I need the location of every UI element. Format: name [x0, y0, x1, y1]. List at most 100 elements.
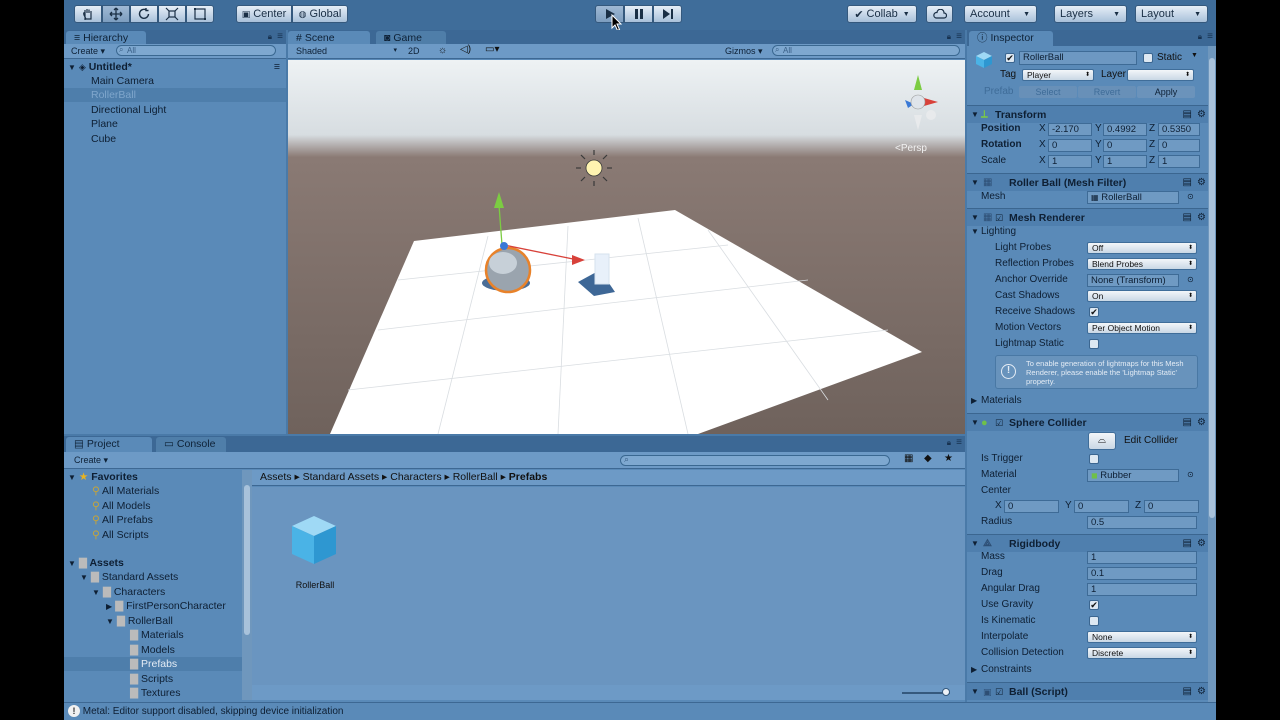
folder-item[interactable]: ▇ Models: [64, 643, 242, 657]
materials-foldout[interactable]: ▶ Materials: [967, 393, 1216, 409]
space-global-toggle[interactable]: ◍ Global: [292, 5, 348, 23]
folder-item-selected[interactable]: ▇ Prefabs: [64, 657, 242, 671]
asset-item-rollerball[interactable]: RollerBall: [280, 512, 350, 592]
position-x-field[interactable]: -2.170: [1048, 123, 1092, 136]
effects-toggle-icon[interactable]: ▭▾: [485, 44, 499, 55]
panel-menu-icon[interactable]: ≡: [277, 31, 283, 42]
drag-field[interactable]: 0.1: [1087, 567, 1197, 580]
help-book-icon[interactable]: ▤: [1183, 414, 1192, 432]
scene-menu-icon[interactable]: ≡: [274, 60, 280, 74]
anchor-override-field[interactable]: None (Transform): [1087, 274, 1179, 287]
is-kinematic-checkbox[interactable]: [1089, 616, 1099, 626]
breadcrumb-item[interactable]: Characters: [390, 471, 441, 483]
lock-icon[interactable]: 🔒︎: [268, 32, 272, 42]
panel-menu-icon[interactable]: ≡: [956, 437, 962, 448]
scale-y-field[interactable]: 1: [1103, 155, 1147, 168]
projection-persp-label[interactable]: <Persp: [895, 143, 927, 154]
pause-button[interactable]: [624, 5, 653, 23]
project-create-button[interactable]: Create ▾: [70, 454, 112, 466]
chevron-down-icon[interactable]: ▼: [1191, 52, 1198, 59]
object-picker-icon[interactable]: ⊙: [1187, 189, 1194, 205]
status-message[interactable]: Metal: Editor support disabled, skipping…: [83, 706, 344, 717]
breadcrumb-current[interactable]: Prefabs: [509, 471, 548, 483]
folder-item[interactable]: ▇ Materials: [64, 628, 242, 642]
lock-icon[interactable]: 🔒︎: [947, 438, 951, 448]
scene-root-row[interactable]: ▼ ◈ Untitled* ≡: [64, 60, 286, 74]
gizmos-dropdown[interactable]: Gizmos ▾: [721, 45, 767, 57]
lightmap-static-checkbox[interactable]: [1089, 339, 1099, 349]
folder-item[interactable]: ▇ Textures: [64, 686, 242, 700]
shading-mode-dropdown[interactable]: Shaded ▾: [292, 45, 400, 57]
gear-icon[interactable]: ⚙: [1197, 683, 1206, 701]
is-trigger-checkbox[interactable]: [1089, 454, 1099, 464]
tab-project[interactable]: ▤ Project: [66, 437, 152, 452]
hierarchy-item-selected[interactable]: RollerBall: [64, 88, 286, 102]
tab-inspector[interactable]: ⓘ Inspector: [969, 31, 1053, 46]
tab-console[interactable]: ▭ Console: [156, 437, 226, 452]
favorites-header[interactable]: ▼ ★ Favorites: [64, 470, 242, 484]
cloud-button[interactable]: [926, 5, 953, 23]
breadcrumb-item[interactable]: Assets: [260, 471, 292, 483]
position-z-field[interactable]: 0.5350: [1158, 123, 1200, 136]
prefab-select-button[interactable]: Select: [1019, 86, 1077, 98]
use-gravity-checkbox[interactable]: ✔: [1089, 600, 1099, 610]
active-checkbox[interactable]: ✔: [1005, 53, 1015, 63]
object-picker-icon[interactable]: ⊙: [1187, 272, 1194, 288]
collision-detection-dropdown[interactable]: Discrete ⬍: [1087, 647, 1197, 659]
audio-toggle-icon[interactable]: ◁): [460, 44, 471, 55]
mode-2d-toggle[interactable]: 2D: [404, 45, 424, 57]
sphere-collider-header[interactable]: ▼ ● ☑ Sphere Collider ▤ ⚙: [967, 413, 1216, 431]
ball-script-header[interactable]: ▼ ▣ ☑ Ball (Script) ▤ ⚙: [967, 682, 1216, 700]
help-book-icon[interactable]: ▤: [1183, 683, 1192, 701]
project-search-input[interactable]: [620, 455, 890, 466]
tree-scrollbar[interactable]: [242, 470, 252, 700]
light-probes-dropdown[interactable]: Off ⬍: [1087, 242, 1197, 254]
folder-item[interactable]: ▼ ▇ RollerBall: [64, 614, 242, 628]
reflection-probes-dropdown[interactable]: Blend Probes ⬍: [1087, 258, 1197, 270]
enabled-check-icon[interactable]: ☑: [995, 414, 1003, 432]
hierarchy-item[interactable]: Cube: [64, 132, 286, 146]
lock-icon[interactable]: 🔒︎: [1198, 32, 1202, 42]
prefab-revert-button[interactable]: Revert: [1078, 86, 1136, 98]
lighting-toggle-icon[interactable]: ☼: [438, 45, 447, 56]
favorite-star-icon[interactable]: ★: [944, 453, 953, 464]
hand-tool-button[interactable]: [74, 5, 102, 23]
center-y-field[interactable]: 0: [1074, 500, 1129, 513]
mass-field[interactable]: 1: [1087, 551, 1197, 564]
tag-dropdown[interactable]: Player ⬍: [1022, 69, 1094, 81]
mesh-field[interactable]: ▦ RollerBall: [1087, 191, 1179, 204]
rotation-x-field[interactable]: 0: [1048, 139, 1092, 152]
hierarchy-create-button[interactable]: Create ▾: [67, 45, 109, 57]
object-picker-icon[interactable]: ⊙: [1187, 467, 1194, 483]
object-name-field[interactable]: RollerBall: [1019, 51, 1137, 65]
scale-z-field[interactable]: 1: [1158, 155, 1200, 168]
folder-item[interactable]: ▶ ▇ FirstPersonCharacter: [64, 599, 242, 613]
scale-tool-button[interactable]: [158, 5, 186, 23]
hierarchy-item[interactable]: Main Camera: [64, 74, 286, 88]
y-arrow[interactable]: [494, 192, 504, 208]
panel-menu-icon[interactable]: ≡: [956, 31, 962, 42]
collab-dropdown[interactable]: ✔ Collab ▼: [847, 5, 917, 23]
edit-collider-button[interactable]: ⌓: [1088, 432, 1116, 450]
rotation-y-field[interactable]: 0: [1103, 139, 1147, 152]
orientation-gizmo[interactable]: [905, 75, 938, 130]
layer-dropdown[interactable]: ⬍: [1127, 69, 1194, 81]
rotate-tool-button[interactable]: [130, 5, 158, 23]
prefab-apply-button[interactable]: Apply: [1137, 86, 1195, 98]
hierarchy-item[interactable]: Plane: [64, 117, 286, 131]
scene-search-input[interactable]: All: [772, 45, 960, 56]
folder-item[interactable]: ▼ ▇ Characters: [64, 585, 242, 599]
layout-dropdown[interactable]: Layout ▼: [1135, 5, 1208, 23]
gear-icon[interactable]: ⚙: [1197, 414, 1206, 432]
z-axis-handle[interactable]: [500, 242, 508, 250]
folder-item[interactable]: ▼ ▇ Standard Assets: [64, 570, 242, 584]
motion-vectors-dropdown[interactable]: Per Object Motion ⬍: [1087, 322, 1197, 334]
step-button[interactable]: [653, 5, 682, 23]
rect-tool-button[interactable]: [186, 5, 214, 23]
static-checkbox[interactable]: [1143, 53, 1153, 63]
enabled-check-icon[interactable]: ☑: [995, 683, 1003, 701]
layers-dropdown[interactable]: Layers ▼: [1054, 5, 1127, 23]
zoom-slider-thumb[interactable]: [942, 688, 950, 696]
cast-shadows-dropdown[interactable]: On ⬍: [1087, 290, 1197, 302]
hierarchy-item[interactable]: Directional Light: [64, 103, 286, 117]
